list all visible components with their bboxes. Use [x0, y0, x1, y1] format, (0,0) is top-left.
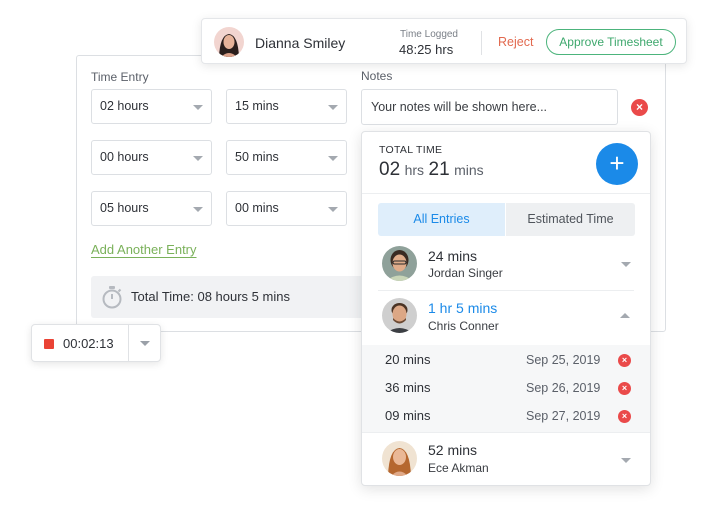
total-mins: 21 — [428, 159, 450, 180]
chevron-up-icon[interactable] — [620, 313, 630, 318]
mins-select-2[interactable]: 50 mins — [226, 140, 347, 175]
hours-select-2[interactable]: 00 hours — [91, 140, 212, 175]
mins-select-value: 15 mins — [235, 99, 279, 113]
entry-name: Ece Akman — [428, 461, 489, 475]
sub-entry-date: Sep 27, 2019 — [526, 409, 601, 423]
divider — [362, 193, 650, 194]
time-entry-label: Time Entry — [91, 70, 149, 84]
total-time-text: Total Time: 08 hours 5 mins — [131, 289, 290, 304]
hours-select-1[interactable]: 02 hours — [91, 89, 212, 124]
chevron-down-icon — [328, 156, 338, 161]
chevron-down-icon[interactable] — [621, 458, 631, 463]
panel-title: TOTAL TIME — [379, 144, 443, 156]
time-logged-label: Time Logged — [400, 29, 458, 40]
add-entry-button[interactable]: + — [596, 143, 638, 185]
entry-time: 1 hr 5 mins — [428, 300, 498, 316]
add-another-entry-link[interactable]: Add Another Entry — [91, 242, 197, 257]
entry-name: Jordan Singer — [428, 266, 503, 280]
remove-icon[interactable]: × — [618, 410, 631, 423]
tab-estimated-time[interactable]: Estimated Time — [506, 203, 635, 236]
divider — [481, 31, 482, 55]
total-time-panel: TOTAL TIME 02 hrs 21 mins + All Entries … — [361, 131, 651, 486]
sub-entry-date: Sep 26, 2019 — [526, 381, 601, 395]
entry-time: 24 mins — [428, 248, 478, 264]
divider — [128, 325, 129, 361]
hours-select-value: 02 hours — [100, 99, 149, 113]
sub-entries: 20 mins Sep 25, 2019 × 36 mins Sep 26, 2… — [362, 345, 650, 432]
stop-recording-icon[interactable] — [44, 339, 54, 349]
mins-unit: mins — [454, 162, 484, 178]
mins-select-3[interactable]: 00 mins — [226, 191, 347, 226]
total-hours: 02 — [379, 159, 401, 180]
chevron-down-icon[interactable] — [140, 341, 150, 346]
chevron-down-icon — [193, 105, 203, 110]
mins-select-value: 00 mins — [235, 201, 279, 215]
chevron-down-icon[interactable] — [621, 262, 631, 267]
entry-name: Chris Conner — [428, 319, 499, 333]
chevron-down-icon — [193, 207, 203, 212]
remove-icon[interactable]: × — [618, 382, 631, 395]
sub-entry-mins: 09 mins — [385, 408, 431, 423]
hours-select-value: 00 hours — [100, 150, 149, 164]
notes-input[interactable]: Your notes will be shown here... — [361, 89, 618, 125]
tab-all-entries[interactable]: All Entries — [378, 203, 505, 236]
user-name: Dianna Smiley — [255, 35, 346, 51]
hours-unit: hrs — [404, 162, 425, 178]
total-time-bar: Total Time: 08 hours 5 mins — [91, 276, 391, 318]
approval-bar: Dianna Smiley Time Logged 48:25 hrs Reje… — [201, 18, 687, 64]
sub-entry-mins: 20 mins — [385, 352, 431, 367]
avatar — [382, 298, 417, 333]
sub-entry-date: Sep 25, 2019 — [526, 353, 601, 367]
chevron-down-icon — [193, 156, 203, 161]
approve-timesheet-button[interactable]: Approve Timesheet — [546, 29, 676, 55]
divider — [378, 290, 634, 291]
chevron-down-icon — [328, 207, 338, 212]
timer-widget: 00:02:13 — [31, 324, 161, 362]
stopwatch-icon — [101, 285, 123, 314]
time-logged-value: 48:25 hrs — [399, 42, 454, 57]
reject-button[interactable]: Reject — [498, 35, 533, 49]
avatar — [382, 246, 417, 281]
chevron-down-icon — [328, 105, 338, 110]
timer-value: 00:02:13 — [63, 336, 114, 351]
mins-select-1[interactable]: 15 mins — [226, 89, 347, 124]
entry-time: 52 mins — [428, 442, 478, 458]
remove-icon[interactable]: × — [618, 354, 631, 367]
panel-total-time: 02 hrs 21 mins — [379, 159, 484, 181]
notes-label: Notes — [361, 69, 393, 83]
hours-select-value: 05 hours — [100, 201, 149, 215]
sub-entry-mins: 36 mins — [385, 380, 431, 395]
hours-select-3[interactable]: 05 hours — [91, 191, 212, 226]
avatar — [214, 27, 244, 57]
remove-entry-icon[interactable]: × — [631, 99, 648, 116]
notes-placeholder: Your notes will be shown here... — [371, 100, 548, 114]
mins-select-value: 50 mins — [235, 150, 279, 164]
divider — [362, 432, 650, 433]
avatar — [382, 441, 417, 476]
